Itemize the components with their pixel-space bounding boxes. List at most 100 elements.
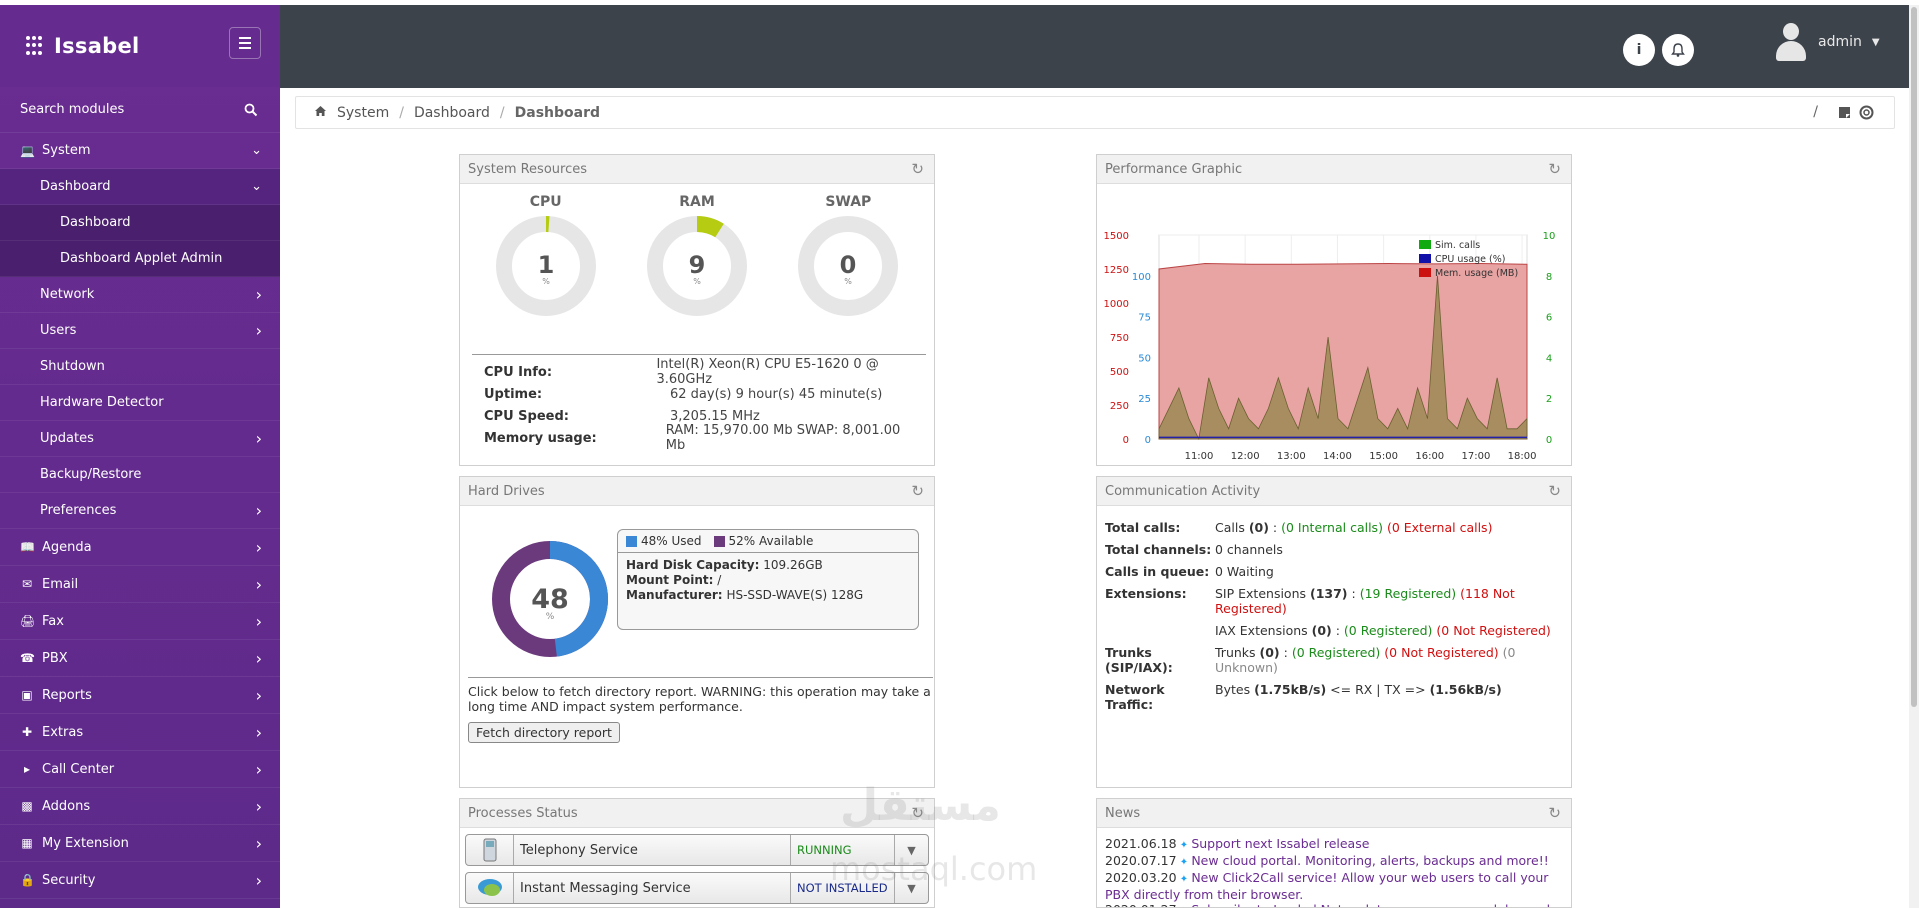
brand-dots-icon [26, 36, 46, 56]
sidebar-item-updates[interactable]: Updates › [0, 421, 280, 457]
sidebar-item-content: 🖨 Fax [20, 614, 64, 629]
y-left-tick: 1000 [1104, 299, 1129, 310]
bell-icon[interactable] [1662, 34, 1694, 66]
sidebar-item-backup-restore[interactable]: Backup/Restore [0, 457, 280, 493]
chevron-right-icon: › [255, 759, 262, 779]
x-tick-label: 11:00 [1185, 451, 1214, 462]
sidebar-item-extras[interactable]: ✚ Extras › [0, 714, 280, 751]
breadcrumb-dashboard[interactable]: Dashboard [414, 105, 490, 121]
fetch-directory-report-button[interactable]: Fetch directory report [468, 722, 620, 743]
refresh-icon[interactable]: ↻ [1548, 160, 1561, 178]
news-item[interactable]: 2021.06.18 ✦ Support next Issabel releas… [1105, 836, 1563, 853]
news-text[interactable]: Subscribe to Issabel Network to access n… [1191, 902, 1550, 907]
news-item[interactable]: 2020.03.20 ✦ New Click2Call service! All… [1105, 870, 1563, 902]
sidebar-item-label: My Extension [42, 835, 129, 851]
news-date: 2020.01.27 [1105, 902, 1177, 907]
sidebar-item-reports[interactable]: ▣ Reports › [0, 677, 280, 714]
news-date: 2020.07.17 [1105, 853, 1177, 868]
sidebar-item-label: Email [42, 576, 79, 592]
app: Issabel Search modules 💻 System ⌄ Dashboard… [0, 0, 1919, 908]
home-icon[interactable] [314, 105, 327, 121]
total-channels-row: Total channels: 0 channels [1105, 542, 1283, 557]
sidebar-item-content: 💻 System [20, 143, 90, 158]
sidebar-item-dashboard[interactable]: Dashboard [0, 205, 280, 241]
sidebar-item-call-center[interactable]: ▸ Call Center › [0, 751, 280, 788]
gauge-ram: RAM 9% [645, 194, 749, 318]
life-ring-icon[interactable] [1859, 105, 1874, 120]
news-item[interactable]: 2020.01.27 ✦ Subscribe to Issabel Networ… [1105, 902, 1563, 907]
sidebar: Issabel Search modules 💻 System ⌄ Dashboard… [0, 5, 280, 908]
sidebar-item-label: Updates [40, 431, 94, 446]
sidebar-item-label: Addons [42, 798, 91, 814]
chevron-down-icon: ⌄ [251, 143, 262, 158]
sidebar-item-content: 🔒 Security [20, 873, 95, 888]
news-text[interactable]: Support next Issabel release [1191, 836, 1369, 851]
twitter-icon: ✦ [1176, 857, 1192, 868]
legend-label: CPU usage (%) [1435, 254, 1505, 265]
sidebar-item-shutdown[interactable]: Shutdown [0, 349, 280, 385]
panel-title: Performance Graphic [1105, 161, 1243, 177]
x-tick-label: 15:00 [1369, 451, 1398, 462]
sidebar-item-preferences[interactable]: Preferences › [0, 493, 280, 529]
panel-title: Communication Activity [1105, 483, 1261, 499]
y-left-tick: 1500 [1104, 231, 1129, 242]
gauge-value: 9 [689, 251, 706, 279]
total-calls-row: Total calls: Calls (0) : (0 Internal cal… [1105, 520, 1493, 535]
page-scrollbar[interactable] [1909, 5, 1919, 908]
gauge-ring: 9% [646, 216, 747, 316]
legend-label: Mem. usage (MB) [1435, 268, 1518, 279]
sidebar-item-fax[interactable]: 🖨 Fax › [0, 603, 280, 640]
sidebar-item-users[interactable]: Users › [0, 313, 280, 349]
info-icon[interactable]: i [1623, 34, 1655, 66]
gauge-ring: 0% [798, 216, 899, 316]
panel-header: News ↻ [1097, 799, 1571, 828]
sidebar-item-my-extension[interactable]: ▦ My Extension › [0, 825, 280, 862]
sidebar-item-pbx[interactable]: ☎ PBX › [0, 640, 280, 677]
chevron-right-icon: › [255, 574, 262, 594]
menu-toggle-button[interactable] [229, 27, 261, 59]
system-info-row: Memory usage: RAM: 15,970.00 Mb SWAP: 8,0… [484, 423, 918, 453]
sidebar-item-addons[interactable]: ▩ Addons › [0, 788, 280, 825]
news-text[interactable]: New cloud portal. Monitoring, alerts, ba… [1191, 853, 1548, 868]
sidebar-item-dashboard[interactable]: Dashboard ⌄ [0, 169, 280, 205]
sticky-note-icon[interactable] [1838, 106, 1851, 119]
refresh-icon[interactable]: ↻ [1548, 804, 1561, 822]
sidebar-item-label: PBX [42, 650, 68, 666]
info-key: Memory usage: [484, 430, 597, 446]
gauge-unit: % [542, 277, 550, 286]
y-right-tick: 8 [1546, 272, 1552, 283]
sidebar-item-content: ✉ Email [20, 577, 78, 592]
y-left-tick: 500 [1110, 367, 1129, 378]
sidebar-item-agenda[interactable]: 📖 Agenda › [0, 529, 280, 566]
gauge-title: CPU [529, 194, 562, 210]
breadcrumb-system[interactable]: System [337, 105, 389, 121]
sidebar-item-content: Users [40, 323, 76, 338]
sidebar-item-email[interactable]: ✉ Email › [0, 566, 280, 603]
sidebar-item-network[interactable]: Network › [0, 277, 280, 313]
sidebar-item-label: System [42, 143, 91, 158]
sidebar-item-label: Users [40, 323, 77, 338]
sidebar-item-label: Network [40, 287, 95, 302]
sidebar-item-hardware-detector[interactable]: Hardware Detector [0, 385, 280, 421]
refresh-icon[interactable]: ↻ [1548, 482, 1561, 500]
sidebar-item-dashboard-applet-admin[interactable]: Dashboard Applet Admin [0, 241, 280, 277]
news-item[interactable]: 2020.07.17 ✦ New cloud portal. Monitorin… [1105, 853, 1563, 870]
telephony-icon [466, 835, 514, 865]
avatar [1774, 23, 1808, 61]
sidebar-item-label: Agenda [42, 539, 92, 555]
sidebar-item-system[interactable]: 💻 System ⌄ [0, 133, 280, 169]
sidebar-item-content: ✚ Extras [20, 725, 83, 740]
disk-info: Hard Disk Capacity: 109.26GB Mount Point… [626, 558, 864, 602]
user-menu[interactable]: admin ▼ [1774, 23, 1880, 61]
panel-header: Performance Graphic ↻ [1097, 155, 1571, 184]
building-icon: ▦ [21, 836, 33, 850]
legend-used: 48% Used [626, 534, 702, 548]
sidebar-item-security[interactable]: 🔒 Security › [0, 862, 280, 899]
watermark-sub: mostaql.com [830, 850, 1038, 888]
refresh-icon[interactable]: ↻ [911, 482, 924, 500]
chevron-right-icon: › [255, 722, 262, 742]
search-modules[interactable]: Search modules [0, 87, 280, 133]
gauge-title: RAM [679, 194, 715, 210]
panel-title: News [1105, 805, 1141, 821]
refresh-icon[interactable]: ↻ [911, 160, 924, 178]
